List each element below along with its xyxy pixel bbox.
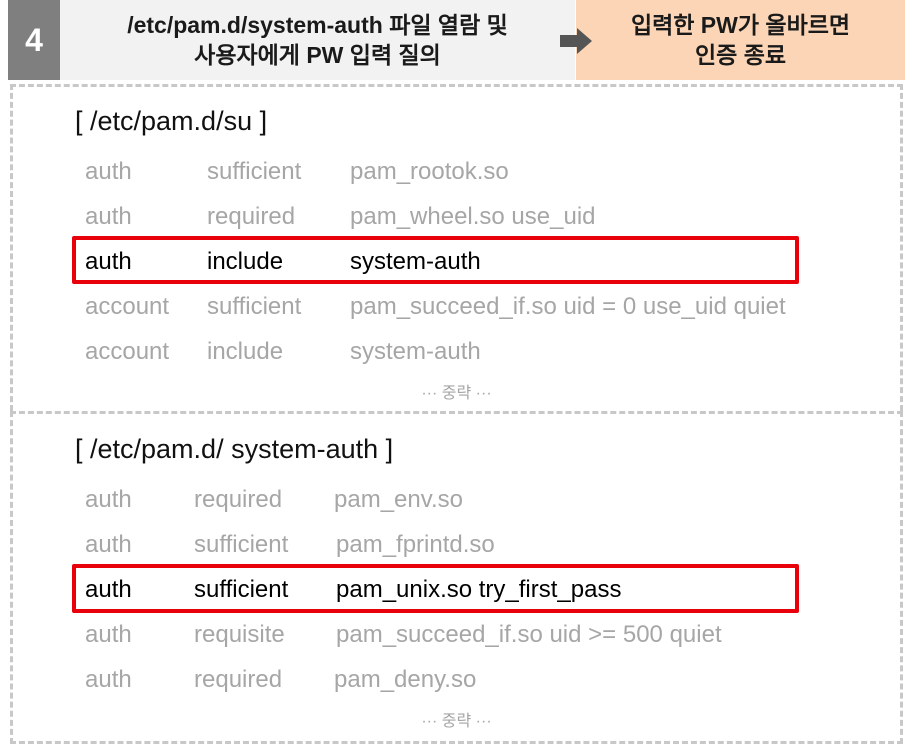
step-result: 입력한 PW가 올바르면 인증 종료 — [576, 0, 905, 80]
step-result-line2: 인증 종료 — [694, 42, 787, 68]
step-result-line1: 입력한 PW가 올바르면 — [630, 12, 851, 38]
row-module: system-auth — [350, 248, 481, 275]
row-control: required — [194, 666, 283, 693]
step-header: 4 /etc/pam.d/system-auth 파일 열람 및 사용자에게 P… — [8, 0, 905, 80]
omit-marker: ··· 중략 ··· — [421, 385, 492, 402]
row-module: pam_unix.so try_first_pass — [336, 576, 622, 603]
system-auth-file-panel: [ /etc/pam.d/ system-auth ] auth require… — [10, 411, 903, 744]
row-type: auth — [85, 621, 132, 648]
row-control: required — [194, 486, 283, 513]
row-control: include — [207, 248, 284, 275]
row-control: sufficient — [194, 576, 289, 603]
arrow-right-icon — [560, 28, 592, 54]
row-module: pam_succeed_if.so uid = 0 use_uid quiet — [350, 293, 786, 320]
row-type: auth — [85, 248, 132, 275]
step-description-line2: 사용자에게 PW 입력 질의 — [194, 42, 441, 68]
step-description-line1: /etc/pam.d/system-auth 파일 열람 및 — [127, 12, 508, 38]
row-module: pam_rootok.so — [350, 158, 509, 185]
row-type: auth — [85, 531, 132, 558]
row-control: required — [207, 203, 296, 230]
row-control: sufficient — [207, 293, 302, 320]
row-module: pam_fprintd.so — [336, 531, 495, 558]
row-control: include — [207, 338, 284, 365]
row-type: auth — [85, 158, 132, 185]
row-type: auth — [85, 486, 132, 513]
row-type: account — [85, 293, 170, 320]
row-control: requisite — [194, 621, 285, 648]
row-control: sufficient — [194, 531, 289, 558]
step-number: 4 — [8, 0, 60, 80]
step-description: /etc/pam.d/system-auth 파일 열람 및 사용자에게 PW … — [60, 0, 575, 80]
row-module: system-auth — [350, 338, 481, 365]
row-module: pam_wheel.so use_uid — [350, 203, 596, 230]
row-type: auth — [85, 666, 132, 693]
system-auth-file-title: [ /etc/pam.d/ system-auth ] — [75, 434, 394, 464]
row-type: auth — [85, 576, 132, 603]
su-file-title: [ /etc/pam.d/su ] — [75, 106, 268, 136]
row-module: pam_env.so — [334, 486, 463, 513]
su-file-panel: [ /etc/pam.d/su ] auth sufficient pam_ro… — [10, 84, 903, 411]
row-module: pam_deny.so — [334, 666, 477, 693]
row-module: pam_succeed_if.so uid >= 500 quiet — [336, 621, 722, 648]
row-control: sufficient — [207, 158, 302, 185]
row-type: auth — [85, 203, 132, 230]
omit-marker: ··· 중략 ··· — [421, 713, 492, 730]
row-type: account — [85, 338, 170, 365]
